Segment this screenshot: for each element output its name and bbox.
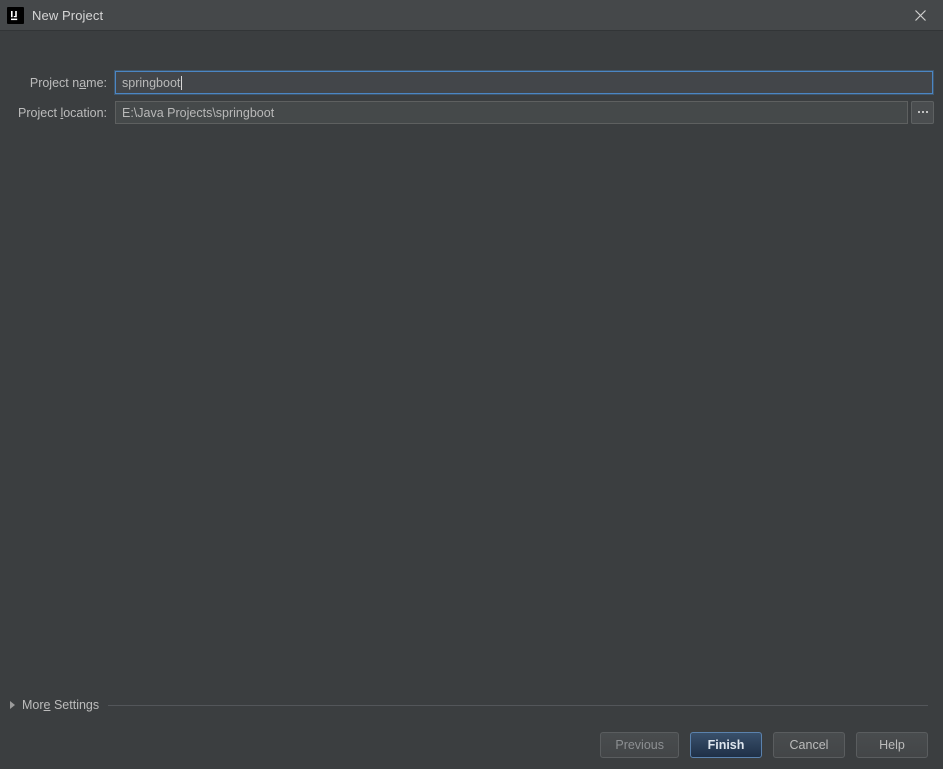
- intellij-idea-logo-icon: [7, 6, 24, 24]
- project-name-value: springboot: [122, 75, 181, 90]
- more-settings-label: More Settings: [22, 698, 100, 712]
- project-location-input[interactable]: E:\Java Projects\springboot: [115, 101, 908, 124]
- project-location-value: E:\Java Projects\springboot: [122, 105, 275, 120]
- title-bar: New Project: [0, 0, 943, 31]
- cancel-button[interactable]: Cancel: [773, 732, 845, 758]
- dialog-button-bar: Previous Finish Cancel Help: [600, 732, 928, 758]
- previous-button[interactable]: Previous: [600, 732, 679, 758]
- ellipsis-icon: [917, 111, 928, 113]
- browse-location-button[interactable]: [911, 101, 934, 124]
- finish-button[interactable]: Finish: [690, 732, 762, 758]
- window-title: New Project: [32, 7, 104, 23]
- new-project-dialog: New Project Project name: springboot Pro…: [0, 0, 943, 769]
- triangle-right-icon: [10, 701, 15, 709]
- project-name-row: Project name: springboot: [0, 71, 943, 94]
- project-name-label: Project name:: [29, 75, 107, 90]
- section-divider: [108, 704, 928, 706]
- close-icon[interactable]: [897, 0, 943, 31]
- project-location-row: Project location: E:\Java Projects\sprin…: [0, 101, 943, 124]
- dialog-content: Project name: springboot Project locatio…: [0, 31, 943, 769]
- project-location-label: Project location:: [18, 105, 107, 120]
- more-settings-toggle[interactable]: More Settings: [10, 697, 928, 713]
- project-name-input[interactable]: springboot: [115, 71, 933, 94]
- text-caret: [181, 75, 183, 90]
- help-button[interactable]: Help: [856, 732, 928, 758]
